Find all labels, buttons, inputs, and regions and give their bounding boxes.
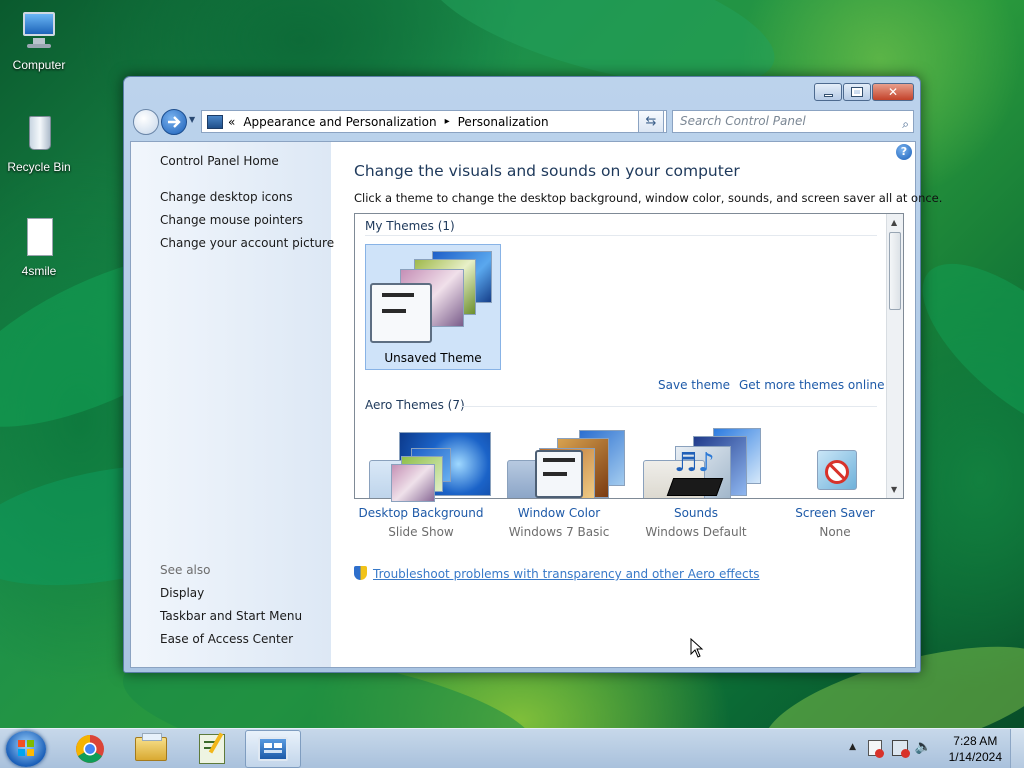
desktop-icon-recycle-bin[interactable]: Recycle Bin: [1, 112, 77, 174]
aero-themes-heading: Aero Themes (7): [365, 398, 465, 412]
get-more-themes-link[interactable]: Get more themes online: [739, 378, 885, 392]
taskbar-explorer[interactable]: [123, 730, 179, 768]
screen-saver-value: None: [819, 525, 851, 539]
text-editor-icon: [199, 732, 225, 764]
recent-pages-dropdown[interactable]: ▼: [189, 115, 195, 124]
left-pane: Control Panel Home Change desktop icons …: [131, 142, 334, 667]
navigation-bar: ▼ « Appearance and Personalization ▸ Per…: [132, 108, 914, 136]
refresh-button[interactable]: ⇆: [638, 110, 664, 133]
taskbar-control-panel[interactable]: [245, 730, 301, 768]
maximize-icon: [851, 87, 863, 97]
window-color-title[interactable]: Window Color: [491, 506, 627, 520]
screen-saver-item[interactable]: Screen Saver None: [767, 448, 903, 539]
taskbar: ▲ 🔈 7:28 AM 1/14/2024: [0, 728, 1024, 768]
clock-time: 7:28 AM: [953, 734, 998, 748]
control-panel-home-link[interactable]: Control Panel Home: [160, 154, 279, 168]
refresh-icon: ⇆: [645, 114, 657, 129]
help-icon[interactable]: ?: [896, 144, 912, 160]
window-color-icon: [529, 448, 589, 502]
start-button[interactable]: [6, 731, 46, 767]
action-center-icon[interactable]: [868, 740, 884, 758]
close-icon: ✕: [887, 85, 899, 99]
minimize-icon: [823, 93, 833, 97]
window-color-value: Windows 7 Basic: [508, 525, 610, 539]
windows-logo-icon: [18, 740, 34, 756]
unsaved-theme-tile[interactable]: Unsaved Theme: [365, 244, 501, 370]
desktop-icon-computer[interactable]: Computer: [1, 10, 77, 72]
page-title: Change the visuals and sounds on your co…: [354, 162, 740, 180]
clock-date: 1/14/2024: [948, 750, 1002, 764]
screen-saver-icon: [805, 448, 865, 502]
breadcrumb-separator-icon[interactable]: ▸: [445, 116, 450, 127]
ease-of-access-link[interactable]: Ease of Access Center: [160, 632, 293, 646]
mouse-cursor-icon: [690, 638, 704, 658]
desktop-background-icon: [391, 448, 451, 502]
title-buttons: ✕: [814, 83, 914, 101]
folder-icon: [135, 733, 167, 761]
see-also-heading: See also: [160, 563, 211, 577]
clock[interactable]: 7:28 AM 1/14/2024: [949, 733, 1002, 765]
recycle-bin-icon: [17, 112, 61, 156]
volume-muted-icon[interactable]: 🔈: [915, 739, 932, 755]
address-bar[interactable]: « Appearance and Personalization ▸ Perso…: [201, 110, 667, 133]
breadcrumb-appearance[interactable]: Appearance and Personalization: [243, 115, 436, 129]
taskbar-start-menu-link[interactable]: Taskbar and Start Menu: [160, 609, 302, 623]
divider: [461, 406, 877, 407]
desktop-icon-label: 4smile: [21, 264, 57, 278]
desktop-icon-label: Computer: [12, 58, 66, 72]
arrow-right-icon: [168, 116, 181, 128]
desktop-icon-4smile[interactable]: 4smile: [1, 216, 77, 278]
troubleshoot-aero-link[interactable]: Troubleshoot problems with transparency …: [354, 566, 760, 581]
change-mouse-pointers-link[interactable]: Change mouse pointers: [160, 213, 303, 227]
save-theme-link[interactable]: Save theme: [658, 378, 730, 392]
change-account-picture-link[interactable]: Change your account picture: [160, 236, 334, 250]
page-description: Click a theme to change the desktop back…: [354, 191, 943, 205]
maximize-button[interactable]: [843, 83, 871, 101]
screen-saver-title[interactable]: Screen Saver: [767, 506, 903, 520]
search-input[interactable]: Search Control Panel ⌕: [672, 110, 914, 133]
show-hidden-icons-icon[interactable]: ▲: [849, 742, 856, 752]
file-icon: [17, 216, 61, 260]
minimize-button[interactable]: [814, 83, 842, 101]
theme-name: Unsaved Theme: [384, 351, 482, 365]
network-icon[interactable]: [892, 740, 910, 758]
sounds-title[interactable]: Sounds: [628, 506, 764, 520]
search-icon[interactable]: ⌕: [902, 114, 909, 135]
chrome-icon: [76, 735, 104, 763]
control-panel-icon: [258, 737, 288, 761]
troubleshoot-aero-text[interactable]: Troubleshoot problems with transparency …: [373, 567, 760, 581]
my-themes-heading: My Themes (1): [365, 219, 455, 233]
control-panel-icon: [207, 114, 223, 129]
sounds-item[interactable]: ♬ ♪ Sounds Windows Default: [628, 448, 764, 539]
change-desktop-icons-link[interactable]: Change desktop icons: [160, 190, 293, 204]
address-overflow[interactable]: «: [228, 115, 235, 129]
scroll-up-icon[interactable]: ▲: [891, 218, 897, 227]
window-content: Control Panel Home Change desktop icons …: [130, 141, 942, 668]
show-desktop-button[interactable]: [1010, 729, 1024, 768]
scroll-thumb[interactable]: [889, 232, 901, 310]
breadcrumb-personalization[interactable]: Personalization: [458, 115, 549, 129]
taskbar-editor[interactable]: [184, 730, 240, 768]
sounds-value: Windows Default: [645, 525, 747, 539]
personalization-window: ✕ ▼ « Appearance and Personalization ▸ P…: [123, 76, 942, 673]
sounds-icon: ♬ ♪: [666, 448, 726, 502]
main-content: ? Change the visuals and sounds on your …: [331, 142, 942, 667]
shield-icon: [354, 566, 367, 580]
back-button[interactable]: [133, 109, 159, 135]
desktop-background-title[interactable]: Desktop Background: [353, 506, 489, 520]
close-button[interactable]: ✕: [872, 83, 914, 101]
desktop-background-value: Slide Show: [388, 525, 454, 539]
divider: [365, 235, 877, 236]
desktop-background-item[interactable]: Desktop Background Slide Show: [353, 448, 489, 539]
window-color-item[interactable]: Window Color Windows 7 Basic: [491, 448, 627, 539]
computer-icon: [17, 10, 61, 54]
display-link[interactable]: Display: [160, 586, 204, 600]
desktop-icon-label: Recycle Bin: [7, 160, 71, 174]
taskbar-chrome[interactable]: [62, 730, 118, 768]
search-placeholder: Search Control Panel: [680, 114, 806, 128]
forward-button[interactable]: [161, 109, 187, 135]
theme-preview-image: [366, 245, 502, 345]
